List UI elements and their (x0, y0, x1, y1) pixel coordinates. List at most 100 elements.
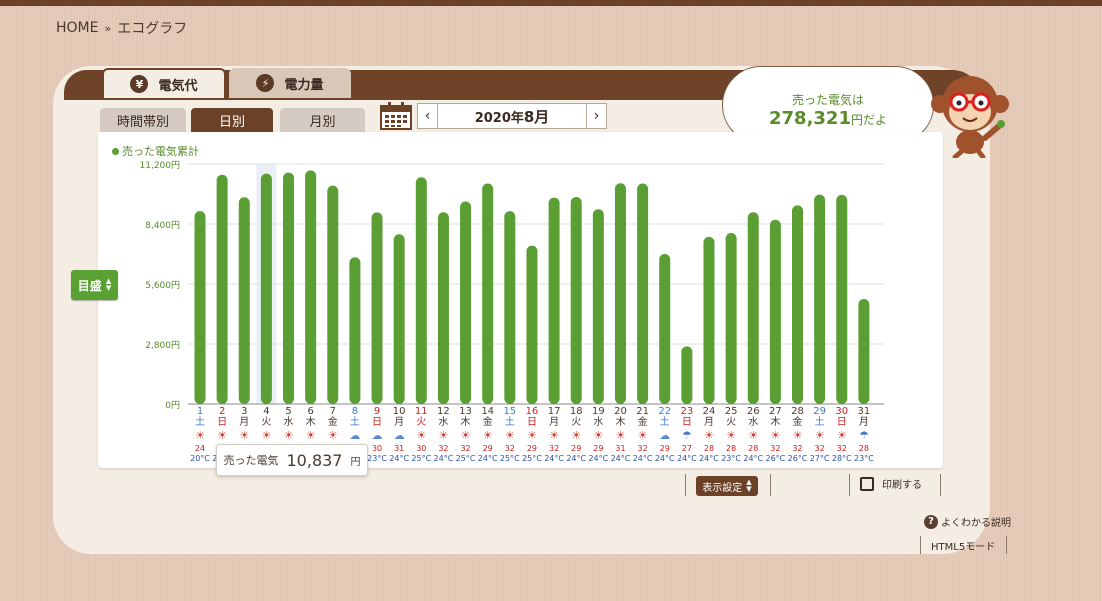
sun-icon: ☀ (770, 429, 781, 442)
chart-legend: 売った電気累計 (112, 143, 199, 159)
sun-icon: ☀ (438, 429, 449, 442)
y-tick-label: 2,800円 (145, 341, 180, 351)
temp-high-label: 29 (571, 444, 582, 453)
temp-low-label: 24°C (544, 454, 564, 463)
separator (1006, 536, 1007, 554)
print-icon (860, 476, 874, 491)
help-link[interactable]: ? よくわかる説明 (924, 514, 1011, 529)
sun-icon: ☀ (615, 429, 626, 442)
temp-low-label: 25°C (455, 454, 476, 463)
cloud-icon: ☁ (659, 429, 671, 442)
year-label: 2020年 (474, 110, 524, 126)
x-tick-label: 9日 (372, 406, 383, 428)
temp-low-label: 20°C (190, 454, 210, 463)
html5-mode-link[interactable]: HTML5モード (931, 538, 995, 553)
sun-icon: ☀ (637, 429, 648, 442)
temp-low-label: 25°C (522, 454, 542, 463)
sun-icon: ☀ (527, 429, 537, 442)
sun-icon: ☀ (327, 429, 338, 442)
print-button[interactable]: 印刷する (860, 476, 922, 491)
temp-low-label: 24°C (699, 454, 719, 463)
cloud-icon: ☁ (371, 429, 383, 442)
temp-low-label: 24°C (477, 454, 498, 463)
temp-low-label: 24°C (610, 454, 631, 463)
x-tick-label: 30 日 (835, 406, 849, 428)
question-icon: ? (924, 514, 938, 529)
temp-low-label: 25°C (411, 454, 432, 463)
scale-button-label: 目盛 (77, 278, 102, 293)
bubble-caption: 売った電気は (791, 93, 864, 107)
subtab-monthly[interactable]: 月別 (280, 108, 365, 132)
sun-icon: ☀ (571, 429, 582, 442)
separator (920, 536, 921, 554)
sun-icon: ☀ (305, 429, 316, 442)
x-tick-label: 13 木 (459, 406, 472, 428)
temp-high-label: 32 (836, 444, 847, 453)
x-tick-label: 20 木 (614, 406, 627, 428)
x-tick-label: 27 木 (769, 406, 782, 428)
temp-low-label: 24°C (588, 454, 609, 463)
temp-low-label: 26°C (765, 454, 786, 463)
value-tooltip: 売った電気 10,837 円 (216, 444, 368, 476)
temp-high-label: 32 (770, 444, 781, 453)
subtab-hourly[interactable]: 時間帯別 (100, 108, 186, 132)
sun-icon: ☀ (283, 429, 294, 442)
sun-icon: ☀ (549, 429, 560, 442)
x-tick-label: 19 水 (591, 406, 605, 428)
temp-high-label: 32 (792, 444, 803, 453)
sun-icon: ☀ (726, 429, 737, 442)
x-tick-label: 16 日 (525, 406, 539, 428)
temp-low-label: 24°C (566, 454, 587, 463)
x-tick-label: 22 土 (658, 406, 672, 428)
bubble-amount-suffix: 円だよ (850, 113, 887, 127)
scale-button[interactable]: 目盛 ▲ ▼ (71, 270, 118, 300)
separator (940, 474, 941, 496)
y-tick-label: 8,400円 (145, 221, 180, 231)
sun-icon: ☀ (792, 429, 803, 442)
calendar-icon[interactable] (380, 102, 412, 130)
temp-low-label: 24°C (743, 454, 764, 463)
x-tick-label: 15 土 (503, 406, 517, 428)
sun-icon: ☀ (748, 429, 759, 442)
temp-low-label: 23°C (367, 454, 387, 463)
x-tick-label: 10 月 (392, 406, 406, 428)
sun-icon: ☀ (593, 429, 604, 442)
x-tick-label: 21 金 (636, 406, 649, 428)
breadcrumb: HOME » エコグラフ (56, 18, 187, 38)
updown-arrows-icon: ▲ ▼ (105, 277, 112, 292)
temp-high-label: 24 (194, 444, 206, 453)
sun-icon: ☀ (239, 429, 250, 442)
display-settings-button[interactable]: 表示設定 ▲ ▼ (696, 476, 758, 496)
temp-low-label: 24°C (389, 454, 410, 463)
x-tick-label: 6木 (305, 406, 316, 428)
breadcrumb-home[interactable]: HOME (56, 20, 98, 36)
temp-high-label: 32 (548, 444, 560, 453)
temp-high-label: 32 (460, 444, 471, 453)
x-tick-label: 31 月 (857, 406, 871, 428)
temp-low-label: 27°C (809, 454, 830, 463)
cloud-icon: ☁ (393, 429, 405, 442)
y-tick-label: 11,200円 (139, 161, 181, 171)
temp-low-label: 24°C (676, 454, 697, 463)
print-label: 印刷する (882, 480, 922, 491)
next-month-button[interactable]: › (586, 104, 606, 128)
sun-icon: ☀ (416, 429, 427, 442)
y-tick-label: 5,600円 (145, 281, 180, 291)
sun-icon: ☀ (482, 429, 493, 442)
temp-high-label: 32 (504, 444, 515, 453)
temp-high-label: 29 (526, 444, 538, 453)
prev-month-button[interactable]: ‹ (418, 104, 438, 128)
x-tick-label: 5水 (283, 406, 294, 428)
x-tick-label: 8土 (349, 406, 360, 428)
tab-power-amount[interactable]: ⚡ 電力量 (229, 68, 351, 98)
sun-icon: ☀ (195, 429, 205, 442)
temp-high-label: 28 (703, 444, 715, 453)
updown-arrows-icon: ▲ ▼ (746, 478, 752, 493)
temp-high-label: 29 (659, 444, 670, 453)
help-label: よくわかる説明 (941, 518, 1011, 529)
tab-electric-fee[interactable]: ¥ 電気代 (102, 68, 226, 98)
sun-icon: ☀ (261, 429, 272, 442)
subtab-daily[interactable]: 日別 (191, 108, 273, 132)
temp-high-label: 30 (416, 444, 427, 453)
lightning-icon: ⚡ (256, 74, 275, 92)
